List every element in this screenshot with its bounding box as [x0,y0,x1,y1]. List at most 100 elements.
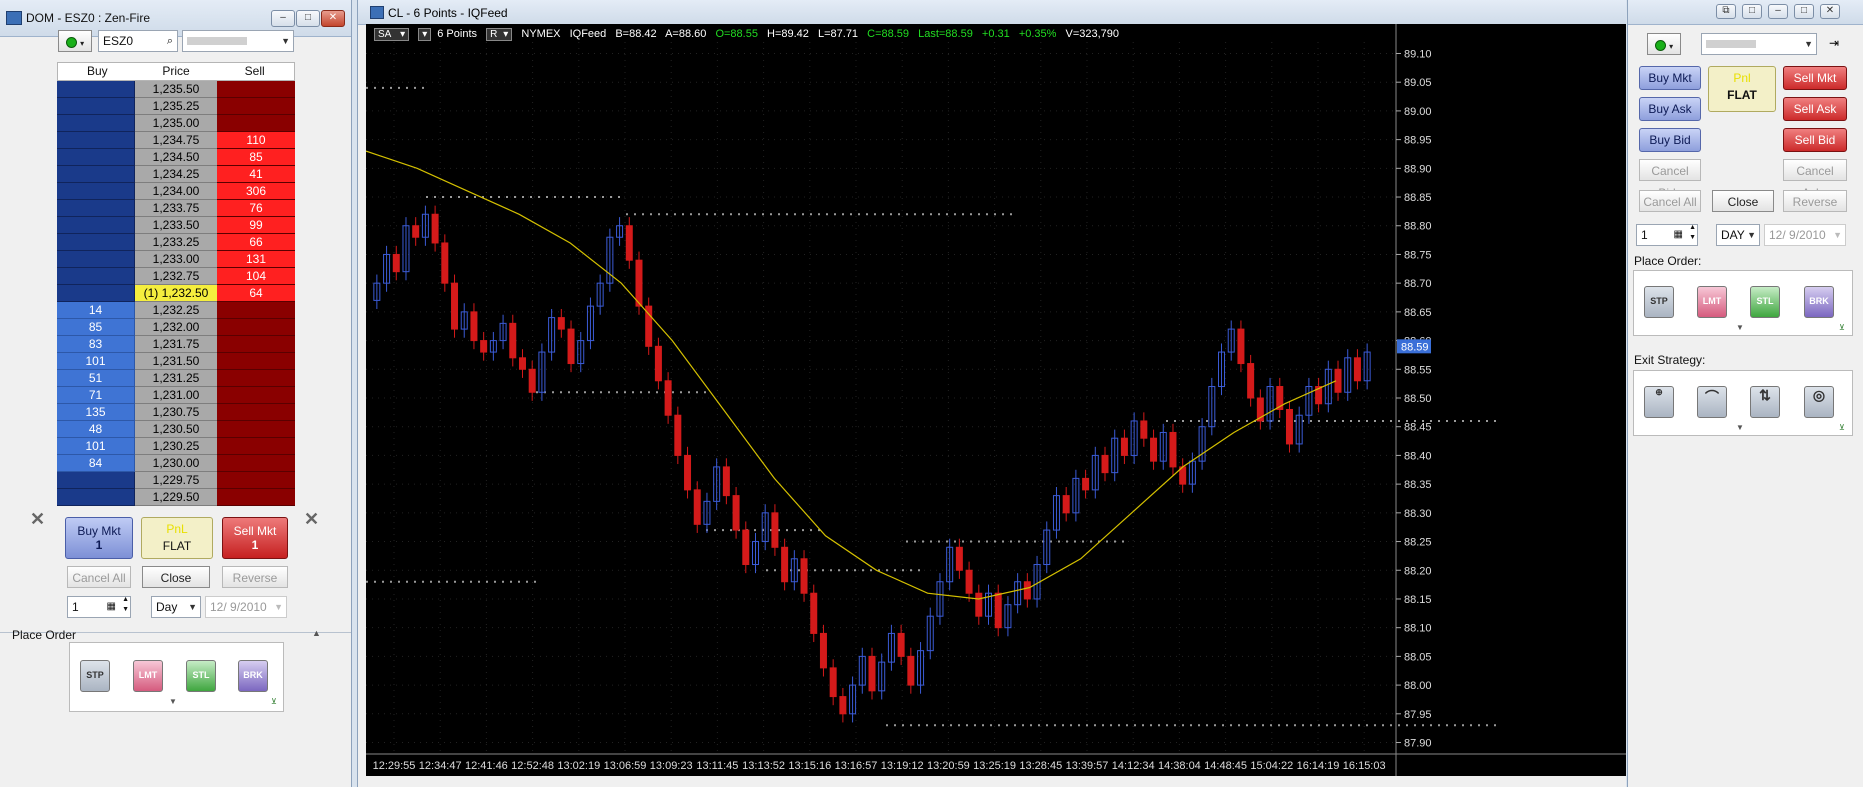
ladder-sell-cell[interactable] [217,489,295,506]
pin-icon[interactable]: ⊻ [1839,323,1845,332]
buy-bid-button[interactable]: Buy Bid [1639,128,1701,152]
detach-icon[interactable]: ⇥ [1829,36,1839,50]
close-sell-icon[interactable]: ✕ [304,509,319,530]
stepper-arrows-icon[interactable]: ▲ ▼ [1689,223,1696,243]
ladder-buy-cell[interactable] [57,132,135,149]
ladder-row[interactable]: 83 1,231.75 [57,336,295,353]
stepper-arrows-icon[interactable]: ▲ ▼ [122,595,129,615]
reverse-button[interactable]: Reverse [1783,190,1847,212]
restore-icon[interactable]: ⧉ [1716,4,1736,19]
ladder-buy-cell[interactable]: 14 [57,302,135,319]
ladder-sell-cell[interactable] [217,81,295,98]
connection-toggle[interactable]: ▾ [58,30,92,52]
ladder-sell-cell[interactable] [217,115,295,132]
cancel-all-button[interactable]: Cancel All [1639,190,1701,212]
ladder-sell-cell[interactable]: 66 [217,234,295,251]
account-select[interactable]: ▼ [182,30,294,52]
ladder-row[interactable]: 1,233.50 99 [57,217,295,234]
exit-strategy-bracket-icon[interactable]: ⇅ [1750,386,1780,418]
ladder-row[interactable]: 1,234.25 41 [57,166,295,183]
ladder-buy-cell[interactable] [57,268,135,285]
ladder-buy-cell[interactable]: 48 [57,421,135,438]
close-icon[interactable]: ✕ [1820,4,1840,19]
ladder-sell-cell[interactable] [217,404,295,421]
ladder-row[interactable]: 85 1,232.00 [57,319,295,336]
ladder-buy-cell[interactable] [57,81,135,98]
ladder-row[interactable]: 135 1,230.75 [57,404,295,421]
minimize-icon[interactable]: – [1768,4,1788,19]
sell-market-button[interactable]: Sell Mkt 1 [222,517,288,559]
sell-market-button[interactable]: Sell Mkt [1783,66,1847,90]
ladder-sell-cell[interactable]: 306 [217,183,295,200]
tif-select[interactable]: Day ▼ [151,596,201,618]
ladder-sell-cell[interactable]: 85 [217,149,295,166]
ladder-sell-cell[interactable]: 64 [217,285,295,302]
ladder-buy-cell[interactable]: 101 [57,353,135,370]
ladder-row[interactable]: 1,235.00 [57,115,295,132]
chart-titlebar[interactable]: CL - 6 Points - IQFeed [358,0,1626,25]
ladder-buy-cell[interactable] [57,251,135,268]
ladder-sell-cell[interactable]: 76 [217,200,295,217]
ladder-buy-cell[interactable] [57,166,135,183]
ladder-row[interactable]: 101 1,231.50 [57,353,295,370]
ladder-buy-cell[interactable] [57,183,135,200]
close-position-button[interactable]: Close [1712,190,1774,212]
ladder-row[interactable]: 84 1,230.00 [57,455,295,472]
ladder-sell-cell[interactable] [217,472,295,489]
sell-ask-button[interactable]: Sell Ask [1783,97,1847,121]
ladder-row[interactable]: 1,234.00 306 [57,183,295,200]
ladder-row[interactable]: 1,233.00 131 [57,251,295,268]
pin-icon[interactable]: ⊻ [1839,423,1845,432]
ladder-row[interactable]: (1) 1,232.50 64 [57,285,295,302]
ladder-buy-cell[interactable] [57,285,135,302]
bracket-order-icon[interactable]: BRK [1804,286,1834,318]
cancel-bids-button[interactable]: Cancel Bids [1639,159,1701,200]
quantity-stepper[interactable]: 1 ▦ ▲ ▼ [67,596,131,618]
ladder-buy-cell[interactable] [57,489,135,506]
ladder-buy-cell[interactable]: 135 [57,404,135,421]
ladder-sell-cell[interactable]: 99 [217,217,295,234]
ladder-sell-cell[interactable]: 41 [217,166,295,183]
ladder-buy-cell[interactable]: 71 [57,387,135,404]
ladder-row[interactable]: 1,232.75 104 [57,268,295,285]
ladder-buy-cell[interactable] [57,98,135,115]
bracket-order-icon[interactable]: BRK [238,660,268,692]
ladder-buy-cell[interactable] [57,149,135,166]
ladder-row[interactable]: 1,234.75 110 [57,132,295,149]
price-chart[interactable]: 89.10 89.05 89.00 88.95 88.90 88.85 88.80 88.75… [366,24,1626,776]
ladder-sell-cell[interactable] [217,353,295,370]
price-ladder[interactable]: Buy Price Sell 1,235.50 1,235.25 1,235.00 1… [57,62,295,506]
ladder-buy-cell[interactable] [57,200,135,217]
limit-order-icon[interactable]: LMT [1697,286,1727,318]
reverse-button[interactable]: Reverse [222,566,288,588]
buy-ask-button[interactable]: Buy Ask [1639,97,1701,121]
refresh-select[interactable]: R ▾ [486,28,513,41]
ladder-sell-cell[interactable] [217,370,295,387]
ladder-sell-cell[interactable] [217,455,295,472]
exit-strategy-trail-icon[interactable]: ⌒ [1697,386,1727,418]
cancel-asks-button[interactable]: Cancel Asks [1783,159,1847,200]
date-field[interactable]: 12/ 9/2010 ▼ [1764,224,1846,246]
ladder-sell-cell[interactable] [217,302,295,319]
ladder-sell-cell[interactable]: 131 [217,251,295,268]
ladder-buy-cell[interactable] [57,234,135,251]
close-position-button[interactable]: Close [142,566,210,588]
connection-toggle[interactable]: ▾ [1647,33,1681,55]
stop-limit-order-icon[interactable]: STL [186,660,216,692]
expand-icon[interactable]: ▼ [1736,423,1744,432]
maximize-button[interactable]: □ [296,10,320,27]
close-button[interactable]: ✕ [321,10,345,27]
ladder-row[interactable]: 1,229.75 [57,472,295,489]
sell-bid-button[interactable]: Sell Bid [1783,128,1847,152]
buy-market-button[interactable]: Buy Mkt 1 [65,517,133,559]
mode-select[interactable]: SA ▾ [374,28,410,41]
ladder-row[interactable]: 101 1,230.25 [57,438,295,455]
ladder-buy-cell[interactable]: 101 [57,438,135,455]
ladder-row[interactable]: 1,235.50 [57,81,295,98]
close-buy-icon[interactable]: ✕ [30,509,45,530]
ladder-sell-cell[interactable]: 104 [217,268,295,285]
pin-icon[interactable]: ⊻ [271,697,277,706]
buy-market-button[interactable]: Buy Mkt [1639,66,1701,90]
order-panel-titlebar[interactable]: ⧉ □ – □ ✕ [1628,0,1863,25]
ladder-row[interactable]: 71 1,231.00 [57,387,295,404]
